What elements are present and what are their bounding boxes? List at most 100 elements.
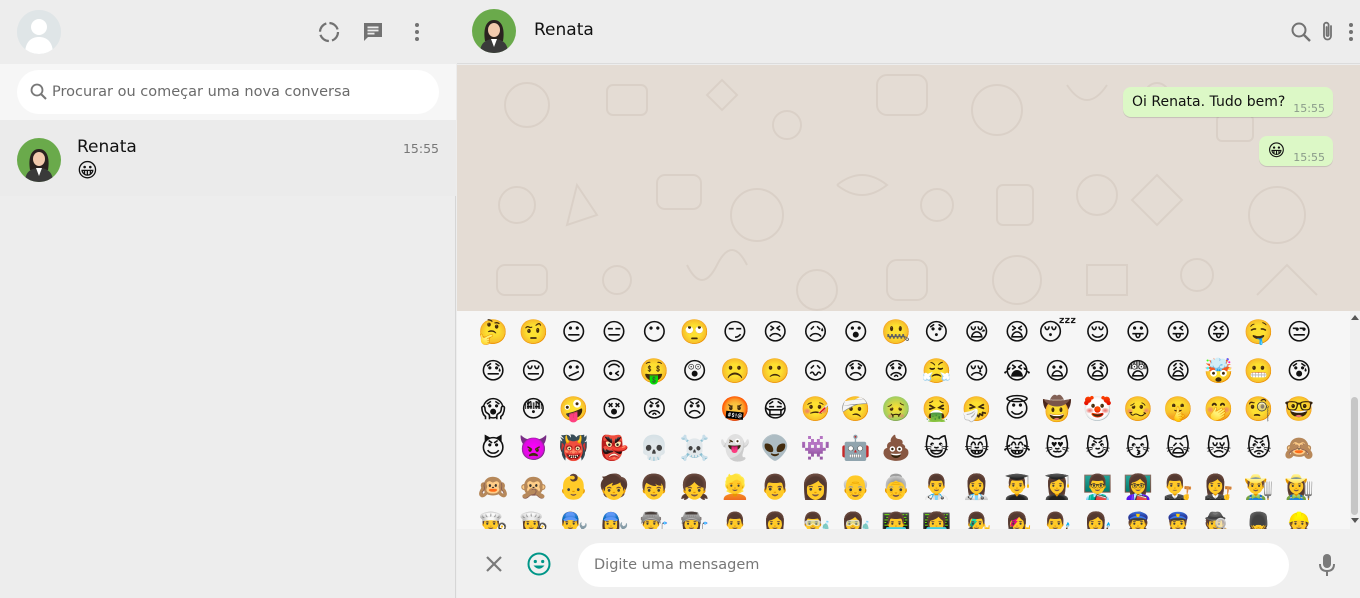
my-avatar[interactable]	[17, 10, 61, 54]
attach-icon[interactable]	[1314, 18, 1342, 46]
emoji-item[interactable]: 👿	[513, 429, 553, 468]
emoji-item[interactable]: 🤨	[513, 313, 553, 352]
emoji-item[interactable]: 😤	[916, 352, 956, 391]
emoji-item[interactable]: 😼	[1077, 429, 1117, 468]
emoji-item[interactable]: 👴	[836, 467, 876, 506]
emoji-item[interactable]: 😫	[997, 313, 1037, 352]
emoji-item[interactable]: 😒	[1279, 313, 1319, 352]
emoji-item[interactable]: 👺	[594, 429, 634, 468]
emoji-item[interactable]: 👩‍⚖️	[1198, 467, 1238, 506]
emoji-item[interactable]: 😖	[795, 352, 835, 391]
message-bubble[interactable]: Oi Renata. Tudo bem? 15:55	[1123, 87, 1333, 117]
emoji-item[interactable]: 😇	[997, 390, 1037, 429]
emoji-item[interactable]: 😮	[836, 313, 876, 352]
emoji-item[interactable]: 😯	[916, 313, 956, 352]
message-input[interactable]	[578, 543, 1289, 587]
emoji-item[interactable]: 👱	[715, 467, 755, 506]
contact-name[interactable]: Renata	[534, 20, 594, 40]
emoji-item[interactable]: 😈	[473, 429, 513, 468]
emoji-item[interactable]: 🤯	[1198, 352, 1238, 391]
emoji-item[interactable]: 🤡	[1077, 390, 1117, 429]
emoji-item[interactable]: 🤖	[836, 429, 876, 468]
emoji-item[interactable]: 😻	[1037, 429, 1077, 468]
emoji-item[interactable]: 😴	[1037, 313, 1077, 352]
emoji-item[interactable]: 😷	[755, 390, 795, 429]
mic-icon[interactable]	[1317, 552, 1337, 578]
emoji-item[interactable]: 👵	[876, 467, 916, 506]
emoji-icon[interactable]	[526, 551, 552, 577]
menu-icon[interactable]	[403, 18, 431, 46]
emoji-item[interactable]: 😽	[1118, 429, 1158, 468]
emoji-item[interactable]: 🙉	[473, 467, 513, 506]
emoji-item[interactable]: 👩‍🔬	[836, 506, 876, 529]
emoji-item[interactable]: 👷	[1279, 506, 1319, 529]
emoji-item[interactable]: 🤔	[473, 313, 513, 352]
emoji-item[interactable]: 😟	[876, 352, 916, 391]
emoji-item[interactable]: 😭	[997, 352, 1037, 391]
emoji-item[interactable]: 👩‍🍳	[513, 506, 553, 529]
emoji-item[interactable]: 😓	[473, 352, 513, 391]
emoji-item[interactable]: 👩	[795, 467, 835, 506]
emoji-item[interactable]: 👨‍🎓	[997, 467, 1037, 506]
emoji-item[interactable]: 😣	[755, 313, 795, 352]
emoji-item[interactable]: 🥴	[1118, 390, 1158, 429]
emoji-item[interactable]: 😪	[957, 313, 997, 352]
scroll-up-icon[interactable]	[1351, 315, 1359, 320]
status-icon[interactable]	[315, 18, 343, 46]
emoji-item[interactable]: 😑	[594, 313, 634, 352]
emoji-item[interactable]: 👩‍🌾	[1279, 467, 1319, 506]
emoji-item[interactable]: 👩‍💻	[916, 506, 956, 529]
emoji-item[interactable]: 😔	[513, 352, 553, 391]
emoji-item[interactable]: 👨‍🏭	[634, 506, 674, 529]
emoji-item[interactable]: 😿	[1198, 429, 1238, 468]
emoji-item[interactable]: 👮‍♀️	[1158, 506, 1198, 529]
menu-icon[interactable]	[1343, 18, 1359, 46]
emoji-item[interactable]: 👩‍🎤	[997, 506, 1037, 529]
emoji-item[interactable]: 👩‍💼	[755, 506, 795, 529]
emoji-item[interactable]: 😕	[554, 352, 594, 391]
emoji-item[interactable]: 🤕	[836, 390, 876, 429]
emoji-item[interactable]: 👨‍🏫	[1077, 467, 1117, 506]
emoji-item[interactable]: 😛	[1118, 313, 1158, 352]
emoji-item[interactable]: 😬	[1239, 352, 1279, 391]
emoji-item[interactable]: 👩‍🏫	[1118, 467, 1158, 506]
emoji-item[interactable]: 👩‍🏭	[674, 506, 714, 529]
emoji-item[interactable]: 🧐	[1239, 390, 1279, 429]
emoji-item[interactable]: 😠	[674, 390, 714, 429]
emoji-item[interactable]: 👹	[554, 429, 594, 468]
emoji-item[interactable]: 🙄	[674, 313, 714, 352]
search-input[interactable]	[52, 70, 432, 114]
emoji-item[interactable]: 😺	[916, 429, 956, 468]
emoji-item[interactable]: 👨‍⚖️	[1158, 467, 1198, 506]
emoji-item[interactable]: 😧	[1077, 352, 1117, 391]
emoji-item[interactable]: 🤠	[1037, 390, 1077, 429]
emoji-item[interactable]: 👩‍🎓	[1037, 467, 1077, 506]
emoji-item[interactable]: 😶	[634, 313, 674, 352]
emoji-item[interactable]: 🙃	[594, 352, 634, 391]
emoji-item[interactable]: 🙈	[1279, 429, 1319, 468]
emoji-item[interactable]: 😥	[795, 313, 835, 352]
emoji-item[interactable]: 👻	[715, 429, 755, 468]
emoji-item[interactable]: 🤐	[876, 313, 916, 352]
emoji-item[interactable]: 😾	[1239, 429, 1279, 468]
emoji-item[interactable]: 😹	[997, 429, 1037, 468]
emoji-item[interactable]: 😱	[473, 390, 513, 429]
emoji-item[interactable]: 😲	[674, 352, 714, 391]
search-icon[interactable]	[1287, 18, 1315, 46]
emoji-item[interactable]: 👨‍🔧	[554, 506, 594, 529]
emoji-item[interactable]: 😢	[957, 352, 997, 391]
contact-avatar[interactable]	[472, 9, 516, 53]
emoji-item[interactable]: 💀	[634, 429, 674, 468]
message-bubble[interactable]: 😀 15:55	[1258, 136, 1333, 166]
emoji-item[interactable]: 👨‍💼	[715, 506, 755, 529]
emoji-item[interactable]: 👦	[634, 467, 674, 506]
emoji-item[interactable]: 😐	[554, 313, 594, 352]
emoji-item[interactable]: 🙊	[513, 467, 553, 506]
emoji-item[interactable]: 👨‍🍳	[473, 506, 513, 529]
emoji-item[interactable]: 👩‍🔧	[594, 506, 634, 529]
emoji-item[interactable]: 🤪	[554, 390, 594, 429]
emoji-item[interactable]: 🧒	[594, 467, 634, 506]
emoji-item[interactable]: 😳	[513, 390, 553, 429]
emoji-item[interactable]: 🤢	[876, 390, 916, 429]
emoji-item[interactable]: 👨‍🎤	[957, 506, 997, 529]
